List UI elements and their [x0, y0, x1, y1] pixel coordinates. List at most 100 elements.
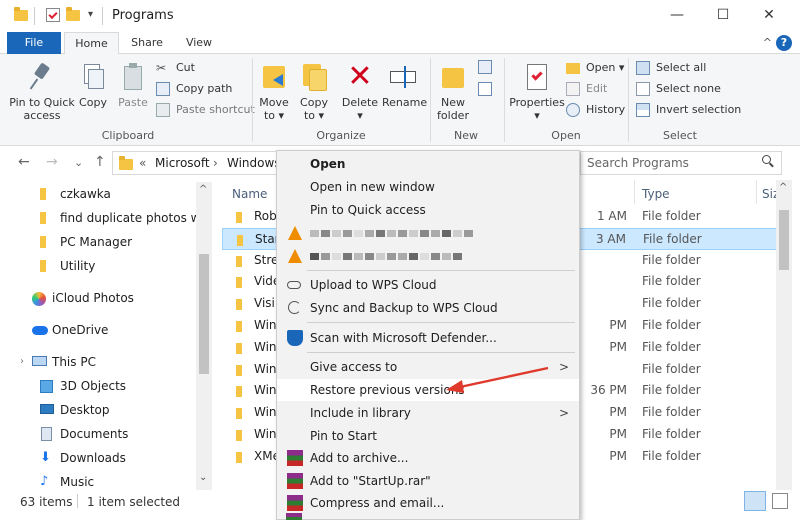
new-folder-quick-icon[interactable]: [66, 7, 82, 26]
menu-item-open-new-window[interactable]: Open in new window: [277, 176, 579, 198]
menu-item-add-archive[interactable]: Add to archive...: [277, 447, 579, 469]
menu-item-upload-wps[interactable]: Upload to WPS Cloud: [277, 274, 579, 296]
pin-quick-access-button[interactable]: Pin to Quick access: [8, 62, 76, 122]
copy-to-label-2: to ▾: [303, 109, 325, 122]
open-button[interactable]: Open ▾: [566, 59, 624, 77]
sidebar-item-icloud-photos[interactable]: iCloud Photos: [32, 287, 134, 309]
ribbon-separator: [252, 58, 253, 142]
explorer-window: ▾ Programs — ☐ ✕ File Home Share View ^ …: [0, 0, 800, 520]
scroll-up-icon[interactable]: ^: [199, 184, 207, 195]
sidebar-scrollbar[interactable]: ^ ⌄: [196, 182, 212, 490]
submenu-arrow-icon: >: [558, 406, 569, 420]
move-to-button[interactable]: Move to ▾: [256, 62, 292, 122]
copy-button[interactable]: Copy: [76, 62, 110, 109]
sidebar-item-desktop[interactable]: Desktop: [40, 399, 110, 421]
copy-path-button[interactable]: Copy path: [156, 80, 232, 98]
rename-button[interactable]: Rename: [382, 62, 427, 109]
menu-item-add-rar[interactable]: Add to "StartUp.rar": [277, 470, 579, 492]
tab-home[interactable]: Home: [64, 32, 119, 55]
submenu-arrow-icon: >: [558, 360, 569, 374]
file-list-scroll-thumb[interactable]: [779, 210, 789, 270]
back-arrow-icon[interactable]: ←: [18, 154, 30, 170]
title-bar: ▾ Programs — ☐ ✕: [0, 0, 800, 32]
sidebar-item-3d-objects[interactable]: 3D Objects: [40, 375, 126, 397]
file-date: PM: [609, 448, 627, 463]
computer-icon: [32, 356, 47, 366]
divider: [77, 494, 78, 508]
sidebar-item-czkawka[interactable]: czkawka: [40, 183, 111, 205]
select-all-button[interactable]: Select all: [636, 59, 706, 77]
up-arrow-icon[interactable]: ↑: [94, 154, 106, 170]
scroll-down-icon[interactable]: ⌄: [199, 472, 207, 483]
sidebar-item-utility[interactable]: Utility: [40, 255, 95, 277]
select-none-button[interactable]: Select none: [636, 80, 721, 98]
pixelated-label: [310, 249, 464, 263]
properties-button[interactable]: Properties ▾: [508, 62, 566, 122]
easy-access-icon[interactable]: [478, 82, 492, 96]
tab-share[interactable]: Share: [122, 32, 172, 54]
search-icon[interactable]: [762, 155, 774, 168]
tab-view[interactable]: View: [176, 32, 222, 54]
expand-this-pc-icon[interactable]: ›: [20, 351, 24, 373]
file-date: 36 PM: [590, 383, 627, 398]
menu-item-defender[interactable]: Scan with Microsoft Defender...: [277, 327, 579, 349]
paste-shortcut-button[interactable]: Paste shortcut: [156, 101, 255, 119]
new-item-icon[interactable]: [478, 60, 492, 74]
sidebar-item-this-pc[interactable]: This PC: [32, 351, 96, 373]
menu-item-label: Sync and Backup to WPS Cloud: [310, 301, 498, 315]
menu-item-include-library[interactable]: Include in library >: [277, 402, 579, 424]
folder-icon: [236, 430, 248, 441]
menu-item-blurred-1[interactable]: [277, 222, 579, 244]
large-icons-view-icon[interactable]: [772, 493, 788, 509]
delete-x-icon: ✕: [347, 59, 373, 94]
cut-button[interactable]: ✂ Cut: [156, 59, 195, 77]
recent-locations-icon[interactable]: ⌄: [74, 156, 83, 169]
copy-to-button[interactable]: Copy to ▾: [296, 62, 332, 122]
collapse-ribbon-button[interactable]: ^: [763, 36, 772, 49]
menu-item-blurred-2[interactable]: [277, 245, 579, 267]
menu-item-open[interactable]: Open: [277, 153, 579, 175]
folder-icon: [40, 188, 54, 200]
column-header-type[interactable]: Type: [642, 187, 670, 201]
delete-button[interactable]: ✕ Delete ▾: [340, 59, 380, 123]
sidebar-item-documents[interactable]: Documents: [40, 423, 128, 445]
sidebar-scroll-thumb[interactable]: [199, 254, 209, 374]
close-button[interactable]: ✕: [746, 0, 792, 32]
pin-label-line1: Pin to Quick: [9, 96, 75, 109]
column-header-name[interactable]: Name: [232, 187, 267, 201]
menu-item-pin-quick-access[interactable]: Pin to Quick access: [277, 199, 579, 221]
breadcrumb-windows[interactable]: Windows: [227, 156, 281, 170]
music-icon: ♪: [40, 474, 49, 489]
forward-arrow-icon[interactable]: →: [46, 154, 58, 170]
menu-item-sync-wps[interactable]: Sync and Backup to WPS Cloud: [277, 297, 579, 319]
properties-quick-icon[interactable]: [46, 8, 60, 22]
folder-icon: [236, 212, 248, 223]
minimize-button[interactable]: —: [654, 0, 700, 32]
folder-icon: [236, 451, 248, 463]
menu-item-pin-start[interactable]: Pin to Start: [277, 425, 579, 447]
breadcrumb-microsoft[interactable]: Microsoft: [155, 156, 210, 170]
new-folder-button[interactable]: New folder: [434, 62, 472, 122]
sidebar-item-onedrive[interactable]: OneDrive: [32, 319, 108, 341]
rename-icon: [388, 62, 418, 92]
edit-button[interactable]: Edit: [566, 80, 607, 98]
menu-item-compress-email[interactable]: Compress and email...: [277, 492, 579, 514]
help-icon[interactable]: ?: [776, 35, 792, 51]
sidebar-item-find-duplicate-photos[interactable]: find duplicate photos win: [40, 207, 211, 229]
column-divider[interactable]: [634, 180, 635, 204]
sidebar-item-downloads[interactable]: ⬇ Downloads: [40, 447, 126, 469]
details-view-icon[interactable]: [744, 491, 766, 511]
history-button[interactable]: History: [566, 101, 625, 119]
folder-icon: [236, 386, 248, 398]
scroll-up-icon[interactable]: ^: [779, 182, 787, 193]
column-divider[interactable]: [756, 180, 757, 204]
tab-file[interactable]: File: [7, 32, 61, 54]
scissors-icon: ✂: [156, 61, 167, 75]
invert-selection-button[interactable]: Invert selection: [636, 101, 741, 119]
annotation-arrow-head: [446, 380, 464, 393]
maximize-button[interactable]: ☐: [700, 0, 746, 32]
quick-access-dropdown[interactable]: ▾: [88, 9, 93, 20]
paste-button[interactable]: Paste: [114, 62, 152, 109]
breadcrumb-overflow[interactable]: «: [139, 156, 146, 170]
sidebar-item-pc-manager[interactable]: PC Manager: [40, 231, 132, 253]
